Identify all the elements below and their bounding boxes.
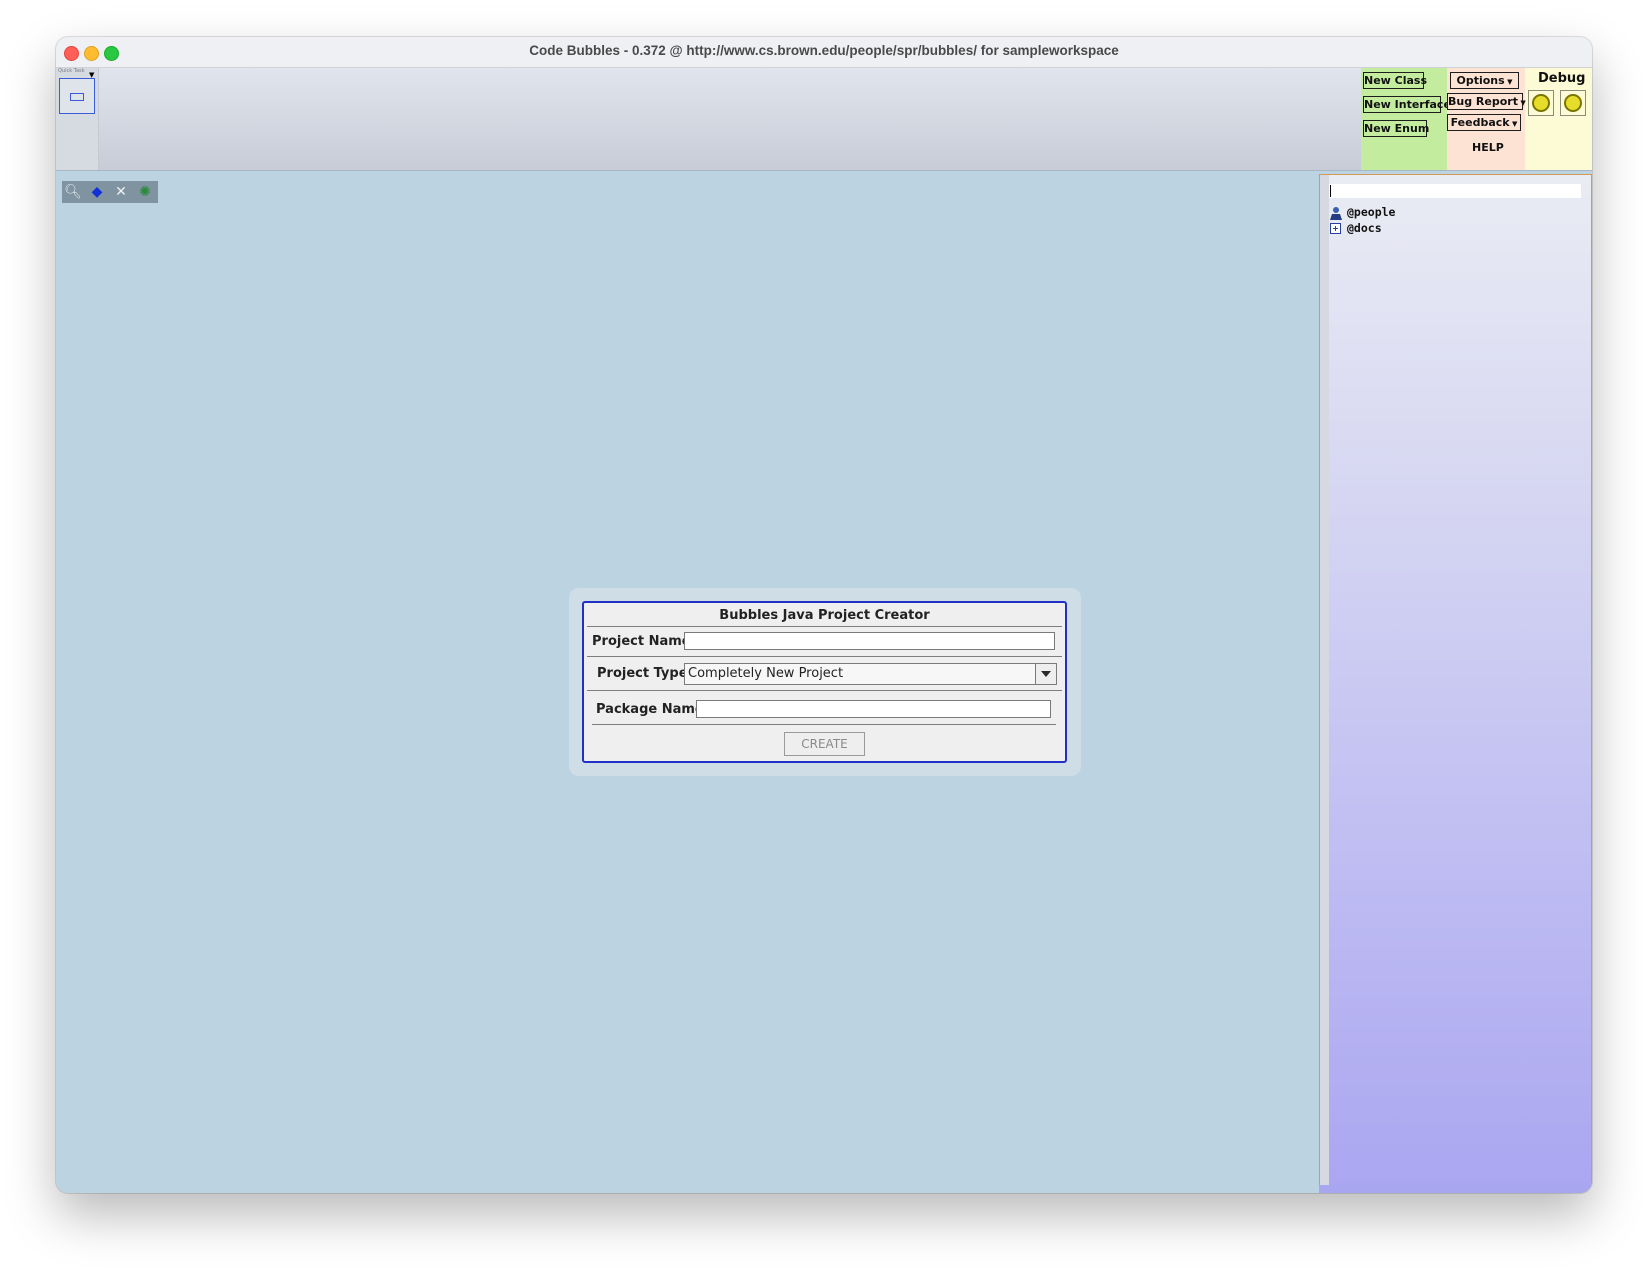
panel-drag-bar[interactable]: [1320, 175, 1329, 1192]
title-bar: Code Bubbles - 0.372 @ http://www.cs.bro…: [56, 37, 1592, 68]
text-caret: [1330, 185, 1331, 197]
overview-label: Quick Task: [58, 68, 85, 74]
debug-launch-icon[interactable]: [1528, 90, 1554, 116]
dropdown-arrow-icon: ▼: [1517, 99, 1526, 107]
bug-report-label: Bug Report: [1448, 95, 1518, 108]
search-icon[interactable]: 🔍︎: [64, 183, 82, 201]
divider: [587, 690, 1062, 691]
top-panel: Quick Task ▼ New Class New Interface New…: [56, 68, 1592, 171]
window-title: Code Bubbles - 0.372 @ http://www.cs.bro…: [529, 43, 1119, 58]
divider: [592, 724, 1056, 725]
debug-title: Debug: [1538, 71, 1586, 86]
bubble-toolbar: 🔍︎ ◆ ✕ ✺: [62, 181, 158, 203]
overview-bubble: [70, 93, 84, 101]
expand-plus-icon[interactable]: [1330, 223, 1341, 234]
new-class-button[interactable]: New Class: [1363, 72, 1427, 89]
search-panel: @people @docs: [1319, 174, 1592, 1193]
settings-gear-icon[interactable]: ✺: [136, 183, 154, 201]
project-type-label: Project Type :: [597, 666, 698, 681]
app-window: Code Bubbles - 0.372 @ http://www.cs.bro…: [56, 37, 1592, 1193]
feedback-label: Feedback: [1450, 116, 1510, 129]
bug-report-button[interactable]: Bug Report ▼: [1447, 93, 1526, 110]
search-input[interactable]: [1329, 184, 1581, 198]
workspace-overview[interactable]: Quick Task ▼: [56, 68, 99, 170]
bookmark-icon[interactable]: ◆: [88, 183, 106, 201]
dropdown-arrow-icon: ▼: [1504, 78, 1513, 86]
new-enum-button[interactable]: New Enum: [1363, 120, 1429, 137]
options-button[interactable]: Options ▼: [1450, 72, 1519, 89]
panel-footer: [1319, 1185, 1592, 1193]
package-name-input[interactable]: [696, 700, 1051, 718]
project-name-input[interactable]: [684, 632, 1055, 650]
tree-item-label: @people: [1347, 205, 1396, 219]
project-type-select[interactable]: Completely New Project: [684, 663, 1057, 685]
project-type-value: Completely New Project: [688, 666, 844, 681]
project-creator-dialog: Bubbles Java Project Creator Project Nam…: [582, 601, 1067, 763]
divider: [587, 656, 1062, 657]
chevron-down-icon[interactable]: [1035, 664, 1056, 684]
debug-config-icon[interactable]: [1560, 90, 1586, 116]
dropdown-arrow-icon: ▼: [1509, 120, 1518, 128]
person-icon: [1330, 207, 1342, 220]
dialog-title: Bubbles Java Project Creator: [719, 608, 930, 623]
new-interface-button[interactable]: New Interface: [1363, 96, 1451, 113]
options-label: Options: [1456, 74, 1505, 87]
overview-viewport[interactable]: [59, 78, 95, 114]
feedback-button[interactable]: Feedback ▼: [1447, 114, 1521, 131]
tools-icon[interactable]: ✕: [112, 183, 130, 201]
tree-item-label: @docs: [1347, 221, 1382, 235]
help-button[interactable]: HELP: [1472, 141, 1504, 154]
create-button[interactable]: CREATE: [784, 732, 865, 756]
divider: [587, 626, 1062, 627]
